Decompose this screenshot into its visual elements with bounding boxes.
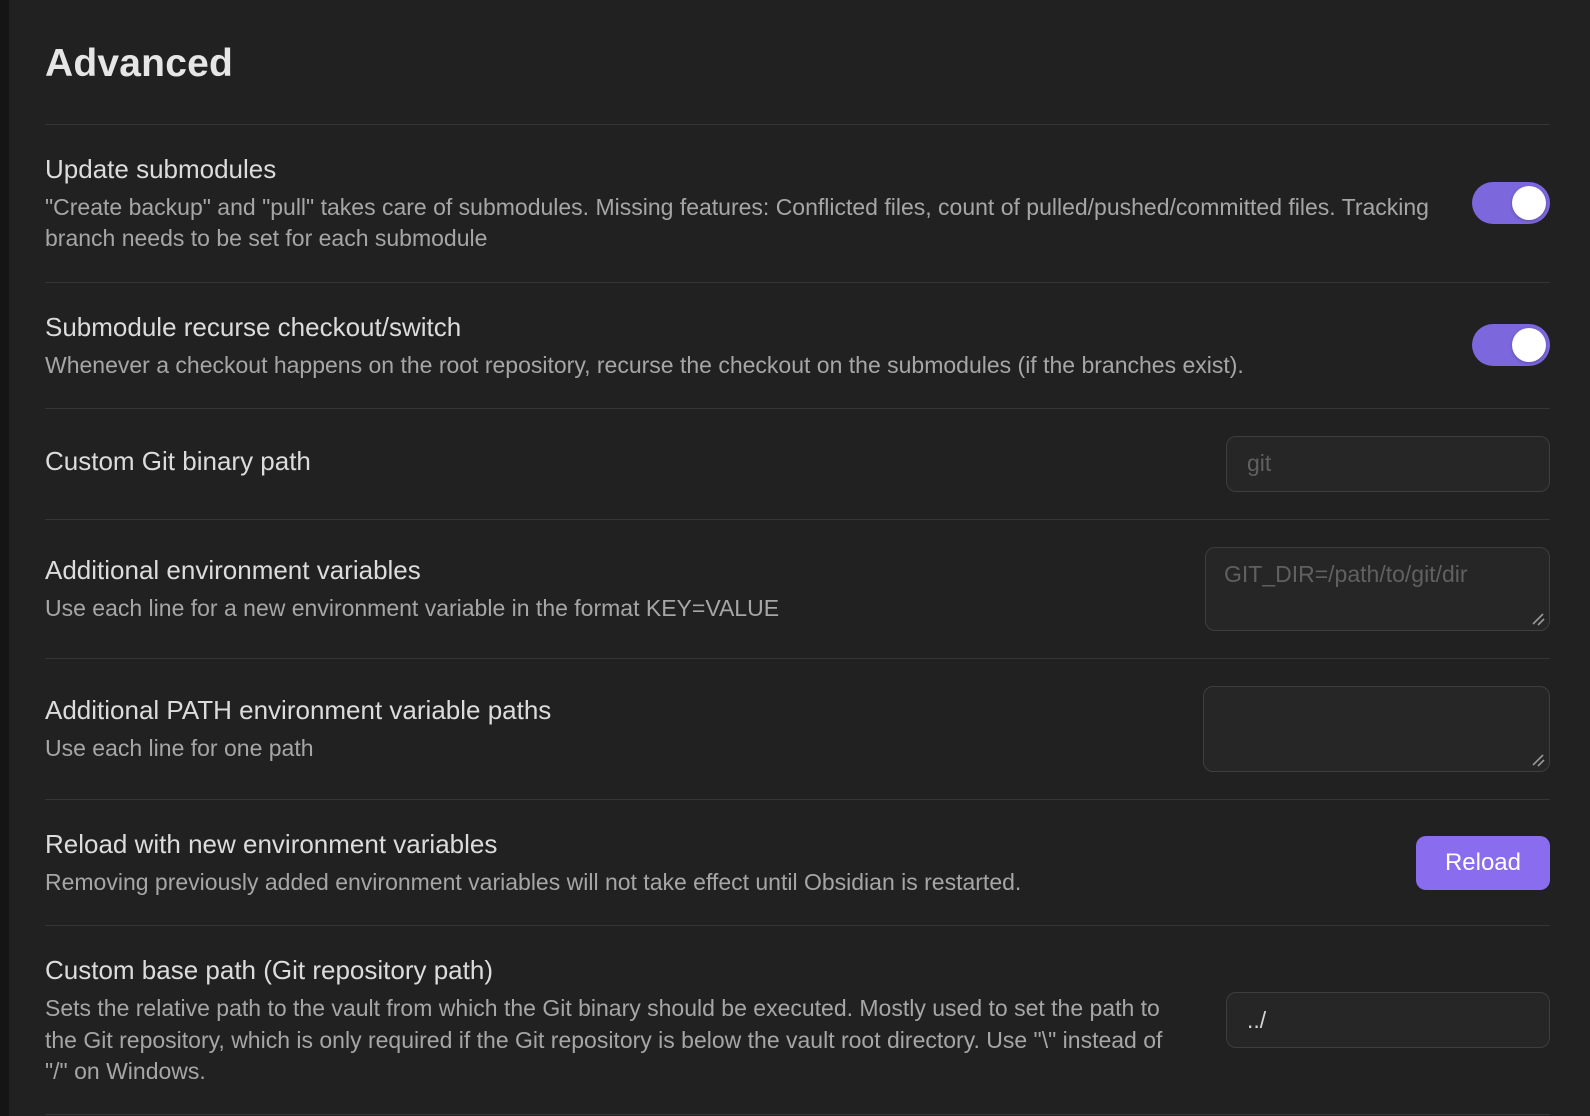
toggle-knob (1512, 328, 1546, 362)
env-variables-textarea[interactable] (1205, 547, 1550, 631)
setting-item-additional-path-env-variable: Additional PATH environment variable pat… (45, 658, 1550, 799)
setting-item-additional-env-variables: Additional environment variables Use eac… (45, 519, 1550, 658)
git-binary-path-input[interactable] (1226, 436, 1550, 492)
settings-advanced-page: Advanced Update submodules "Create backu… (0, 0, 1590, 1115)
setting-description: Use each line for one path (45, 733, 1163, 764)
setting-item-custom-base-path: Custom base path (Git repository path) S… (45, 925, 1550, 1115)
reload-button[interactable]: Reload (1416, 836, 1550, 890)
submodule-recurse-toggle[interactable] (1472, 324, 1550, 366)
setting-description: "Create backup" and "pull" takes care of… (45, 192, 1432, 255)
setting-name: Additional PATH environment variable pat… (45, 693, 1163, 728)
page-title: Advanced (45, 42, 1550, 86)
panel-left-edge (0, 0, 9, 1116)
page-heading: Advanced (45, 0, 1550, 124)
base-path-input[interactable] (1226, 992, 1550, 1048)
setting-name: Custom base path (Git repository path) (45, 953, 1186, 988)
setting-name: Reload with new environment variables (45, 827, 1376, 862)
setting-name: Update submodules (45, 152, 1432, 187)
setting-description: Sets the relative path to the vault from… (45, 993, 1186, 1087)
setting-item-reload-env-variables: Reload with new environment variables Re… (45, 799, 1550, 925)
setting-item-custom-git-binary-path: Custom Git binary path (45, 408, 1550, 519)
setting-description: Removing previously added environment va… (45, 867, 1376, 898)
setting-name: Additional environment variables (45, 553, 1165, 588)
update-submodules-toggle[interactable] (1472, 182, 1550, 224)
toggle-knob (1512, 186, 1546, 220)
setting-description: Use each line for a new environment vari… (45, 593, 1165, 624)
path-env-variable-textarea[interactable] (1203, 686, 1550, 772)
setting-description: Whenever a checkout happens on the root … (45, 350, 1432, 381)
setting-name: Custom Git binary path (45, 444, 1186, 479)
setting-item-submodule-recurse-checkout: Submodule recurse checkout/switch Whenev… (45, 282, 1550, 408)
setting-item-update-submodules: Update submodules "Create backup" and "p… (45, 124, 1550, 282)
setting-name: Submodule recurse checkout/switch (45, 310, 1432, 345)
